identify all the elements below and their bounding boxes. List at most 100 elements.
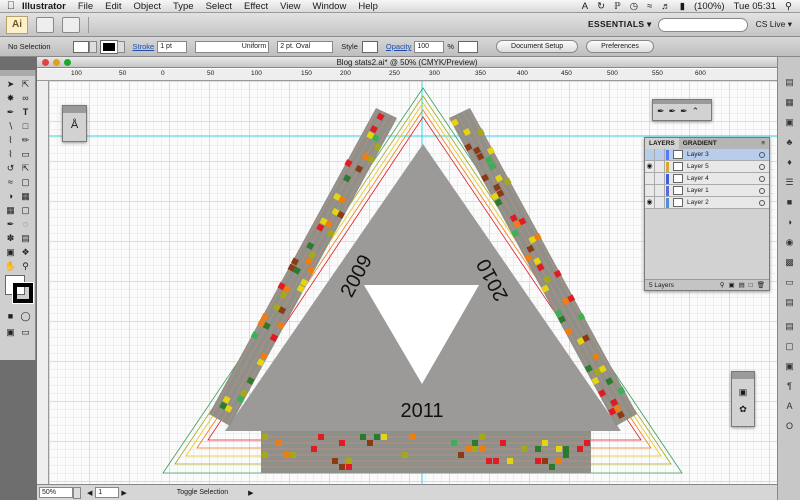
free-transform-tool-icon[interactable]: ▢	[19, 176, 32, 188]
adobe-icon[interactable]: A	[582, 1, 588, 12]
pen-tool-icon[interactable]: ✒	[4, 106, 17, 118]
artboard-tool-icon[interactable]: ▣	[4, 246, 17, 258]
brushes-icon[interactable]: ♣	[783, 137, 796, 148]
slice-tool-icon[interactable]: ❖	[19, 246, 32, 258]
battery-icon[interactable]: ▮	[680, 1, 685, 12]
layer-name[interactable]: Layer 5	[687, 163, 709, 170]
lock-toggle[interactable]	[655, 172, 665, 185]
delete-layer-icon[interactable]: 🗑	[757, 281, 765, 289]
selection-tool-icon[interactable]: ➤	[4, 78, 17, 90]
document-setup-button[interactable]: Document Setup	[496, 40, 579, 53]
blob-brush-tool-icon[interactable]: ⌇	[4, 148, 17, 160]
lock-toggle[interactable]	[655, 196, 665, 209]
time-machine-icon[interactable]: ◷	[630, 1, 638, 12]
target-icon[interactable]	[759, 187, 765, 194]
arrange-documents-button[interactable]	[62, 16, 80, 33]
delete-anchor-icon[interactable]: ✒	[680, 106, 688, 117]
perspective-grid-tool-icon[interactable]: ▦	[19, 190, 32, 202]
convert-anchor-icon[interactable]: ⌃	[692, 106, 700, 117]
hand-tool-icon[interactable]: ✋	[4, 260, 17, 272]
brush-definition[interactable]: 2 pt. Oval	[277, 40, 334, 53]
new-layer-icon[interactable]: □	[749, 282, 753, 289]
stroke-color-box[interactable]	[12, 282, 34, 304]
tab-gradient[interactable]: GRADIENT	[679, 138, 721, 149]
scale-tool-icon[interactable]: ⇱	[19, 162, 32, 174]
panel-menu-icon[interactable]: ≡	[757, 138, 769, 149]
visibility-icon[interactable]: ◉	[645, 160, 655, 173]
spotlight-icon[interactable]: ⚲	[785, 1, 792, 12]
layer-name[interactable]: Layer 2	[687, 199, 709, 206]
help-search-input[interactable]	[657, 17, 748, 32]
type-tool-icon[interactable]: T	[19, 106, 32, 118]
menu-edit[interactable]: Edit	[105, 1, 121, 12]
appearance-icon[interactable]: ◉	[783, 237, 796, 248]
layer-row[interactable]: Layer 3	[645, 148, 769, 161]
artboards-icon[interactable]: ▣	[732, 387, 754, 398]
none-mode-icon[interactable]: ◯	[19, 310, 32, 322]
minimize-icon[interactable]	[53, 59, 60, 66]
opentype-icon[interactable]: O	[783, 421, 796, 432]
sync-icon[interactable]: ↻	[597, 1, 605, 12]
artboard-field[interactable]: 1	[95, 487, 120, 498]
layer-row[interactable]: ◉ Layer 2	[645, 196, 769, 209]
horizontal-ruler[interactable]: 100 50 0 50 100 150 200 250 300 350 400 450 500 550 60…	[37, 69, 777, 81]
width-tool-icon[interactable]: ≈	[4, 176, 17, 188]
rectangle-tool-icon[interactable]: □	[19, 120, 32, 132]
stroke-icon[interactable]: ☰	[783, 177, 796, 188]
graphic-style-swatch[interactable]	[361, 40, 378, 53]
bluetooth-icon[interactable]: ℙ	[614, 1, 621, 12]
zoom-icon[interactable]	[64, 59, 71, 66]
paragraph-icon[interactable]: ¶	[783, 381, 796, 392]
add-anchor-icon[interactable]: ✒	[669, 106, 677, 117]
target-icon[interactable]	[759, 175, 765, 182]
symbols-icon[interactable]: ✿	[732, 404, 754, 415]
layer-row[interactable]: Layer 4	[645, 172, 769, 185]
target-icon[interactable]	[759, 151, 765, 158]
menu-view[interactable]: View	[280, 1, 300, 12]
next-artboard-icon[interactable]: ▶	[121, 489, 126, 497]
mesh-tool-icon[interactable]: ▦	[4, 204, 17, 216]
zoom-field[interactable]: 50%	[39, 487, 73, 498]
character-icon[interactable]: A	[783, 401, 796, 412]
gradient-icon[interactable]: ■	[783, 197, 796, 208]
panel-header[interactable]	[732, 372, 754, 379]
pathfinder-icon[interactable]: ▣	[783, 361, 796, 372]
panel-grip[interactable]	[0, 70, 35, 76]
layer-row[interactable]: ◉ Layer 5	[645, 160, 769, 173]
layer-name[interactable]: Layer 4	[687, 175, 709, 182]
layer-row[interactable]: Layer 1	[645, 184, 769, 197]
align-icon[interactable]: ▤	[783, 321, 796, 332]
menu-app-name[interactable]: Illustrator	[22, 1, 66, 12]
target-icon[interactable]	[759, 163, 765, 170]
volume-icon[interactable]: ♬	[661, 1, 671, 12]
menu-window[interactable]: Window	[313, 1, 347, 12]
workspace-switcher[interactable]: ESSENTIALS ▾	[588, 19, 652, 30]
visibility-icon[interactable]	[645, 184, 655, 197]
recolor-artwork-button[interactable]	[458, 40, 479, 53]
transform-icon[interactable]: ▢	[783, 341, 796, 352]
paintbrush-tool-icon[interactable]: ⌇	[4, 134, 17, 146]
direct-selection-tool-icon[interactable]: ⇱	[19, 78, 32, 90]
shape-builder-tool-icon[interactable]: ◑	[4, 190, 17, 202]
close-icon[interactable]	[42, 59, 49, 66]
opacity-field[interactable]: 100	[414, 40, 445, 53]
stroke-swatch[interactable]	[99, 39, 118, 54]
layer-name[interactable]: Layer 3	[687, 151, 709, 158]
stroke-panel-link[interactable]: Stroke	[133, 42, 155, 51]
preferences-button[interactable]: Preferences	[586, 40, 654, 53]
fill-dropdown[interactable]	[88, 40, 97, 53]
transparency-icon[interactable]: ◑	[783, 217, 796, 228]
new-sublayer-icon[interactable]: ▤	[739, 281, 745, 289]
graphic-styles-icon[interactable]: ▩	[783, 257, 796, 268]
zoom-tool-icon[interactable]: ⚲	[19, 260, 32, 272]
make-clipping-mask-icon[interactable]: ▣	[728, 281, 734, 289]
pencil-tool-icon[interactable]: ✏	[19, 134, 32, 146]
bridge-button[interactable]	[36, 16, 54, 33]
cs-live-menu[interactable]: CS Live ▾	[756, 19, 792, 30]
lock-toggle[interactable]	[655, 148, 665, 161]
first-artboard-icon[interactable]: ◀	[87, 489, 92, 497]
lock-toggle[interactable]	[655, 160, 665, 173]
vertical-ruler[interactable]	[37, 81, 49, 484]
visibility-icon[interactable]	[645, 148, 655, 161]
layers-icon[interactable]: ▭	[783, 277, 796, 288]
